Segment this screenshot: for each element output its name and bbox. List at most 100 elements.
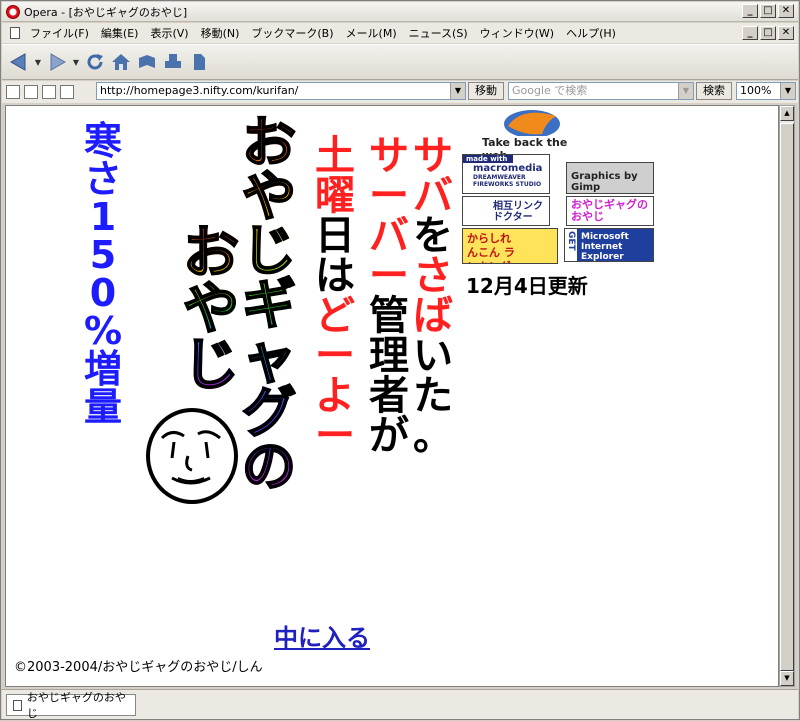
gimp-badge[interactable]: Graphics by Gimp [566, 162, 654, 194]
saba-black-char: い [413, 333, 453, 379]
document-icon[interactable] [10, 27, 20, 39]
menu-help[interactable]: ヘルプ(H) [560, 25, 622, 41]
vertical-blue-char: % [83, 309, 123, 353]
menu-bookmarks[interactable]: ブックマーク(B) [245, 25, 339, 41]
server-black-char: が [369, 413, 409, 459]
page-icon[interactable] [188, 51, 210, 73]
rainbow-title-col1: おやじギャグの [236, 111, 302, 498]
page-tab[interactable]: おやじギャグのおやじ [6, 691, 136, 720]
rainbow-char: じ [241, 219, 297, 282]
vertical-blue-char: 量 [83, 385, 122, 429]
hotlist-icon[interactable] [136, 51, 158, 73]
search-button[interactable]: 検索 [696, 82, 732, 100]
menu-window[interactable]: ウィンドウ(W) [474, 25, 560, 41]
doc-close-button[interactable]: ✕ [778, 26, 794, 40]
zoom-select[interactable]: 100% ▼ [736, 82, 796, 100]
saba-red-char: サ [413, 133, 453, 179]
url-text: http://homepage3.nifty.com/kurifan/ [100, 84, 299, 97]
server-red-char: サ [369, 133, 409, 179]
vertical-blue-char: 寒 [83, 119, 122, 163]
menu-edit[interactable]: 編集(E) [95, 25, 145, 41]
rainbow-char: グ [241, 381, 297, 444]
rainbow-char: ギ [241, 273, 297, 336]
title-bar: Opera - [おやじギャグのおやじ] _ □ ✕ [2, 2, 798, 22]
saturday-red-char: 土 [315, 133, 355, 179]
security-icon[interactable] [6, 85, 20, 99]
rainbow-char: や [241, 165, 297, 228]
url-dropdown-icon[interactable]: ▼ [450, 83, 465, 99]
oyaji-logo-badge[interactable]: おやじギャグの おやじ [566, 196, 654, 226]
rainbow-char: の [241, 435, 297, 498]
vertical-blue-char: 0 [89, 271, 117, 315]
navigation-toolbar: ▼ ▼ [2, 44, 798, 80]
print-icon[interactable] [162, 51, 184, 73]
url-input[interactable]: http://homepage3.nifty.com/kurifan/ ▼ [96, 82, 466, 100]
scroll-up-icon[interactable]: ▲ [780, 106, 794, 121]
vertical-blue-char: さ [83, 157, 122, 201]
scroll-down-icon[interactable]: ▼ [780, 671, 794, 686]
zoom-dropdown-icon[interactable]: ▼ [780, 83, 795, 99]
server-black-char: 理 [369, 333, 409, 379]
vertical-blue-char: 5 [89, 233, 117, 277]
vertical-blue-char: 1 [89, 195, 117, 239]
print-preview-icon[interactable] [60, 85, 74, 99]
forward-icon[interactable] [46, 51, 68, 73]
server-black-char: 管 [369, 293, 409, 339]
window-title: Opera - [おやじギャグのおやじ] [24, 5, 188, 19]
forward-history-icon[interactable]: ▼ [72, 58, 80, 67]
link-doctor-label: 相互リンク ドクター [493, 201, 543, 223]
server-red-char: バ [369, 213, 409, 259]
close-button[interactable]: ✕ [778, 4, 794, 18]
ie-badge[interactable]: GET Microsoft Internet Explorer [564, 228, 654, 262]
menu-news[interactable]: ニュース(S) [403, 25, 474, 41]
ranking-badge[interactable]: からしれんこん ランキング [462, 228, 558, 264]
vertical-text-saba: サーバー管理者が [366, 136, 412, 456]
saturday-red-char: ど [315, 293, 355, 339]
oyaji-face-drawing [146, 408, 238, 504]
rainbow-title-col2: おやじ [178, 225, 244, 398]
firefox-banner[interactable]: Take back the web [472, 106, 590, 162]
menu-file[interactable]: ファイル(F) [24, 25, 95, 41]
back-icon[interactable] [8, 51, 30, 73]
rainbow-char: じ [182, 333, 240, 398]
vertical-text-server-admin: サバをさばいた。 [410, 136, 456, 456]
server-red-char: ー [369, 173, 409, 219]
menu-navigation[interactable]: 移動(N) [195, 25, 246, 41]
vertical-scrollbar[interactable]: ▲ ▼ [779, 105, 795, 687]
cookie-icon[interactable] [24, 85, 38, 99]
menu-mail[interactable]: メール(M) [340, 25, 403, 41]
link-doctor-badge[interactable]: 相互リンク ドクター [462, 196, 550, 226]
ie-name-label: Microsoft Internet Explorer [581, 232, 629, 262]
search-input[interactable]: Google で検索 ▼ [508, 82, 694, 100]
maximize-button[interactable]: □ [760, 4, 776, 18]
address-bar: http://homepage3.nifty.com/kurifan/ ▼ 移動… [2, 81, 798, 103]
status-bar: おやじギャグのおやじ [2, 689, 798, 720]
page-info-icon[interactable] [42, 85, 56, 99]
minimize-button[interactable]: _ [742, 4, 758, 18]
doc-minimize-button[interactable]: _ [742, 26, 758, 40]
macromedia-badge[interactable]: made with macromedia DREAMWEAVER FIREWOR… [462, 154, 550, 194]
enter-link[interactable]: 中に入る [274, 618, 370, 653]
ranking-label: からしれんこん ランキング [467, 232, 515, 263]
saturday-red-char: よ [315, 373, 355, 419]
menu-view[interactable]: 表示(V) [144, 25, 194, 41]
rainbow-char: ャ [241, 327, 297, 390]
vertical-blue-char: 増 [83, 347, 122, 391]
update-date: 12月4日更新 [466, 274, 588, 298]
tab-document-icon [13, 699, 22, 711]
rainbow-char: や [182, 277, 240, 342]
ie-get-label: GET [565, 229, 577, 261]
gimp-label: Graphics by Gimp [571, 171, 638, 193]
page-tab-label: おやじギャグのおやじ [26, 691, 126, 720]
opera-window: Opera - [おやじギャグのおやじ] _ □ ✕ ファイル(F) 編集(E)… [0, 0, 800, 720]
scroll-thumb[interactable] [780, 123, 794, 671]
search-dropdown-icon[interactable]: ▼ [678, 83, 693, 99]
go-button[interactable]: 移動 [468, 82, 504, 100]
back-history-icon[interactable]: ▼ [34, 58, 42, 67]
doc-restore-button[interactable]: □ [760, 26, 776, 40]
reload-icon[interactable] [84, 51, 106, 73]
saba-black-char: を [413, 213, 453, 259]
vertical-text-blue: 寒さ 1 5 0% 増量 [76, 122, 130, 426]
home-icon[interactable] [110, 51, 132, 73]
rainbow-char: お [241, 111, 297, 174]
